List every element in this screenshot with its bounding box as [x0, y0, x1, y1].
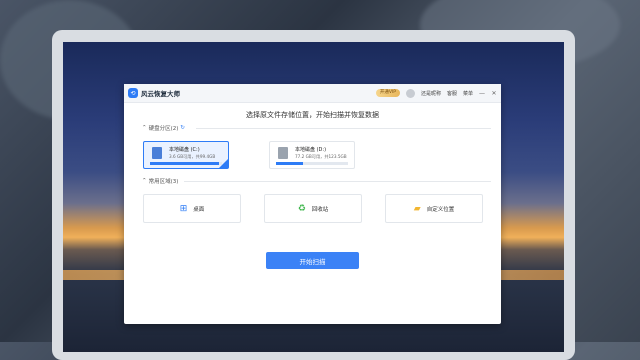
location-recycle-bin[interactable]: ♻ 回收站 — [264, 194, 362, 223]
common-section-label: 常用区域(3) — [148, 179, 179, 185]
minimize-button[interactable]: — — [479, 90, 485, 97]
chevron-up-icon: ⌃ — [142, 178, 147, 184]
menu-button[interactable]: 菜单 — [463, 90, 473, 97]
drive-size: 77.2 GB可用，共123.5GB — [295, 154, 347, 159]
location-custom[interactable]: ▰ 自定义位置 — [385, 194, 483, 223]
drive-usage-bar — [276, 162, 348, 165]
drive-card-c[interactable]: 本地磁盘 (C:) 3.6 GB可用，共99.4GB — [143, 141, 229, 169]
chevron-up-icon: ⌃ — [142, 125, 147, 131]
title-bar: ⟲ 风云恢复大师 开通VIP 还是昵称 客服 菜单 — ✕ — [124, 84, 501, 103]
avatar[interactable] — [405, 88, 415, 98]
close-button[interactable]: ✕ — [491, 90, 497, 97]
refresh-icon[interactable]: ↻ — [180, 125, 185, 131]
hard-disk-icon — [152, 147, 162, 159]
title-bar-actions: 开通VIP 还是昵称 客服 菜单 — ✕ — [375, 84, 497, 102]
drive-name: 本地磁盘 (C:) — [169, 147, 200, 153]
drive-usage-fill — [150, 162, 220, 165]
app-window: ⟲ 风云恢复大师 开通VIP 还是昵称 客服 菜单 — ✕ 选择原文件存储位置，… — [124, 84, 501, 324]
recycle-bin-icon: ♻ — [297, 203, 306, 214]
drive-usage-bar — [150, 162, 222, 165]
section-divider — [196, 128, 491, 129]
drive-name: 本地磁盘 (D:) — [295, 147, 327, 153]
section-divider — [184, 181, 491, 182]
location-label: 回收站 — [311, 206, 329, 213]
help-button[interactable]: 客服 — [447, 90, 457, 97]
drive-usage-fill — [276, 162, 304, 165]
location-desktop[interactable]: ⊞ 桌面 — [143, 194, 241, 223]
selected-check-icon — [219, 159, 228, 168]
start-scan-button[interactable]: 开始扫描 — [266, 252, 359, 269]
vip-button[interactable]: 开通VIP — [375, 89, 400, 97]
common-section-header[interactable]: ⌃ 常用区域(3) — [142, 177, 178, 185]
page-subtitle: 选择原文件存储位置，开始扫描并恢复数据 — [246, 111, 379, 119]
location-label: 桌面 — [193, 206, 205, 213]
app-logo-icon: ⟲ — [128, 88, 138, 98]
drive-card-d[interactable]: 本地磁盘 (D:) 77.2 GB可用，共123.5GB — [269, 141, 355, 169]
app-title: 风云恢复大师 — [141, 90, 180, 98]
user-name-link[interactable]: 还是昵称 — [421, 90, 441, 97]
partition-section-header[interactable]: ⌃ 硬盘分区(2) ↻ — [142, 124, 185, 132]
windows-desktop-icon: ⊞ — [179, 203, 188, 214]
location-label: 自定义位置 — [426, 206, 455, 213]
folder-icon: ▰ — [413, 203, 421, 214]
partition-section-label: 硬盘分区(2) — [148, 126, 179, 132]
drive-size: 3.6 GB可用，共99.4GB — [169, 154, 216, 159]
hard-disk-icon — [278, 147, 288, 159]
